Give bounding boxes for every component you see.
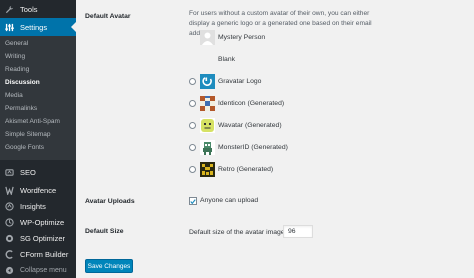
avatar-option-label: Blank bbox=[218, 55, 236, 63]
save-changes-button[interactable]: Save Changes bbox=[85, 259, 133, 273]
avatar-option-label: Retro (Generated) bbox=[218, 165, 274, 173]
wavatar-avatar bbox=[200, 117, 215, 133]
sg-optimizer-icon bbox=[4, 233, 14, 243]
blank-avatar bbox=[200, 52, 215, 67]
checkmark-icon bbox=[190, 198, 196, 204]
avatar-radio[interactable] bbox=[189, 99, 196, 107]
anyone-can-upload-label: Anyone can upload bbox=[200, 197, 259, 204]
submenu-discussion[interactable]: Discussion bbox=[5, 79, 40, 87]
wordfence-icon bbox=[4, 185, 14, 195]
menu-label: SG Optimizer bbox=[20, 233, 66, 243]
menu-label: WP-Optimize bbox=[20, 217, 65, 227]
avatar-option-label: Gravatar Logo bbox=[218, 77, 262, 85]
menu-label: Collapse menu bbox=[20, 266, 67, 274]
identicon-avatar bbox=[200, 95, 215, 111]
avatar-option-label: Mystery Person bbox=[218, 33, 266, 41]
menu-label: CForm Builder bbox=[20, 249, 69, 259]
submenu-writing[interactable]: Writing bbox=[5, 53, 25, 61]
submenu-google-fonts[interactable]: Google Fonts bbox=[5, 144, 44, 152]
default-size-label: Default size of the avatar image bbox=[189, 229, 285, 236]
avatar-option-monsterid[interactable]: MonsterID (Generated) bbox=[189, 139, 288, 155]
retro-avatar bbox=[200, 161, 215, 177]
avatar-option-identicon[interactable]: Identicon (Generated) bbox=[189, 95, 284, 111]
default-size-heading: Default Size bbox=[85, 228, 124, 235]
avatar-radio[interactable] bbox=[189, 165, 196, 173]
seo-icon bbox=[4, 167, 14, 177]
gravatar-logo-avatar bbox=[200, 73, 215, 89]
menu-label: Tools bbox=[20, 4, 38, 14]
submenu-akismet[interactable]: Akismet Anti-Spam bbox=[5, 118, 60, 126]
wp-optimize-icon bbox=[4, 217, 14, 227]
avatar-option-label: Identicon (Generated) bbox=[218, 99, 285, 107]
avatar-radio[interactable] bbox=[189, 121, 196, 129]
avatar-option-blank[interactable]: Blank bbox=[189, 51, 235, 67]
avatar-radio[interactable] bbox=[189, 77, 196, 85]
avatar-option-label: Wavatar (Generated) bbox=[218, 121, 282, 129]
default-avatar-heading: Default Avatar bbox=[85, 13, 131, 20]
anyone-can-upload-checkbox[interactable] bbox=[189, 197, 197, 205]
submenu-permalinks[interactable]: Permalinks bbox=[5, 105, 37, 113]
insights-icon bbox=[4, 201, 14, 211]
menu-item-settings[interactable]: Settings bbox=[0, 18, 76, 36]
admin-sidebar: Tools Settings General Writing Reading D… bbox=[0, 0, 76, 278]
avatar-option-mystery-person[interactable]: Mystery Person bbox=[189, 29, 265, 45]
collapse-icon bbox=[4, 265, 14, 275]
submenu-general[interactable]: General bbox=[5, 40, 28, 48]
avatar-option-gravatar-logo[interactable]: Gravatar Logo bbox=[189, 73, 261, 89]
avatar-option-wavatar[interactable]: Wavatar (Generated) bbox=[189, 117, 282, 133]
avatar-radio[interactable] bbox=[189, 143, 196, 151]
menu-label: SEO bbox=[20, 167, 36, 177]
menu-label: Insights bbox=[20, 201, 46, 211]
menu-label: Wordfence bbox=[20, 185, 57, 195]
menu-item-tools[interactable]: Tools bbox=[0, 0, 76, 18]
monsterid-avatar bbox=[200, 139, 215, 155]
avatar-uploads-heading: Avatar Uploads bbox=[85, 198, 135, 205]
menu-label: Settings bbox=[20, 22, 48, 32]
collapse-menu-button[interactable]: Collapse menu bbox=[0, 261, 76, 278]
submenu-media[interactable]: Media bbox=[5, 92, 23, 100]
menu-item-seo[interactable]: SEO bbox=[0, 163, 76, 181]
main-content: Default Avatar For users without a custo… bbox=[76, 0, 474, 278]
avatar-size-input[interactable]: 96 bbox=[283, 225, 313, 238]
settings-sliders-icon bbox=[4, 22, 14, 32]
submenu-reading[interactable]: Reading bbox=[5, 66, 29, 74]
cform-builder-icon bbox=[4, 249, 14, 259]
avatar-option-retro[interactable]: Retro (Generated) bbox=[189, 161, 273, 177]
settings-submenu: General Writing Reading Discussion Media… bbox=[0, 36, 76, 160]
submenu-simple-sitemap[interactable]: Simple Sitemap bbox=[5, 131, 51, 139]
mystery-person-avatar bbox=[200, 29, 215, 45]
avatar-option-label: MonsterID (Generated) bbox=[218, 143, 288, 151]
wrench-icon bbox=[4, 4, 14, 14]
